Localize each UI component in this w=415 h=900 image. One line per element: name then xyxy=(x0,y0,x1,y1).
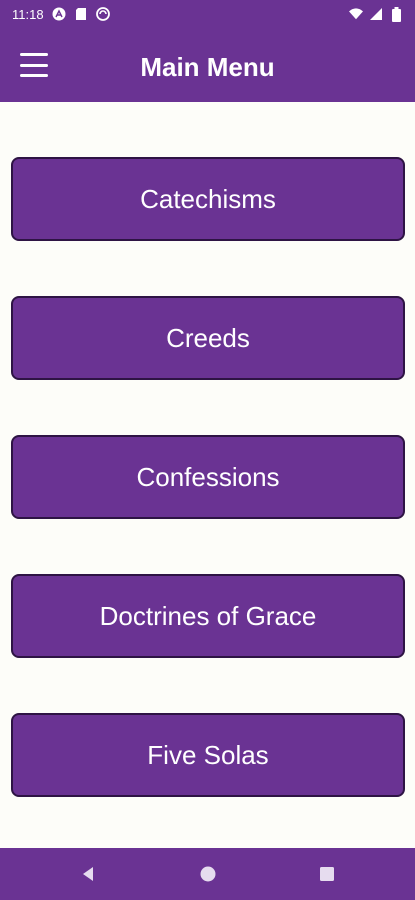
main-menu-list: Catechisms Creeds Confessions Doctrines … xyxy=(11,157,405,852)
five-solas-button[interactable]: Five Solas xyxy=(11,713,405,797)
battery-icon xyxy=(389,6,403,22)
recents-icon[interactable] xyxy=(319,866,335,882)
home-icon[interactable] xyxy=(200,866,216,882)
catechisms-button[interactable]: Catechisms xyxy=(11,157,405,241)
app-bar: Main Menu xyxy=(0,28,415,102)
signal-icon xyxy=(369,7,383,21)
sd-card-icon xyxy=(74,7,88,21)
status-right xyxy=(349,6,403,22)
confessions-button[interactable]: Confessions xyxy=(11,435,405,519)
a-icon xyxy=(52,7,66,21)
sync-icon xyxy=(95,7,110,21)
wifi-icon xyxy=(349,7,363,21)
page-title: Main Menu xyxy=(140,52,275,82)
back-icon[interactable] xyxy=(80,866,96,882)
status-left: 11:18 xyxy=(12,7,110,22)
doctrines-of-grace-button[interactable]: Doctrines of Grace xyxy=(11,574,405,658)
creeds-button[interactable]: Creeds xyxy=(11,296,405,380)
status-time: 11:18 xyxy=(12,6,44,22)
status-bar: 11:18 xyxy=(0,0,415,28)
navigation-bar xyxy=(0,848,415,900)
